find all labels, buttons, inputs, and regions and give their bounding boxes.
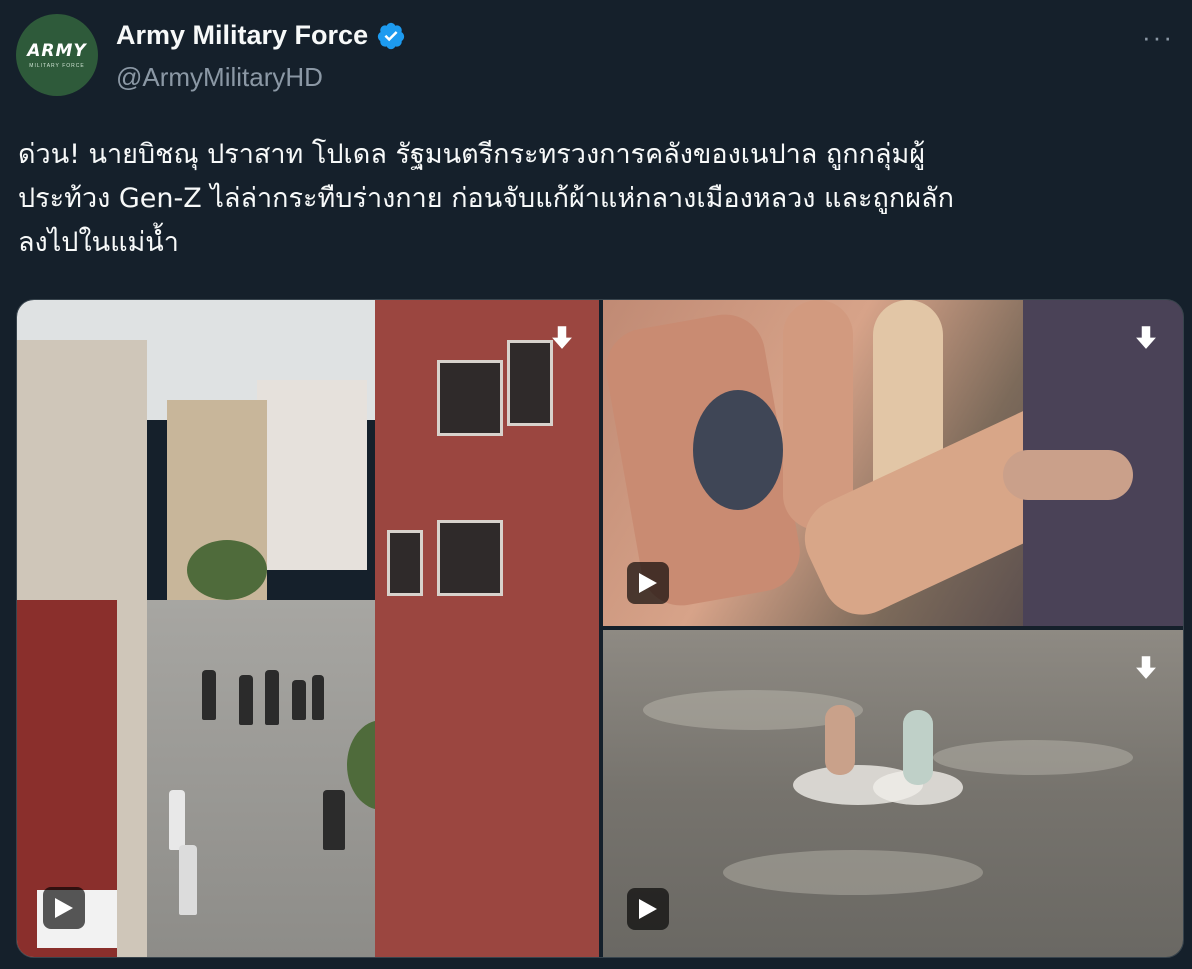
download-icon[interactable] — [1129, 322, 1163, 356]
download-icon[interactable] — [1129, 652, 1163, 686]
scene-wave — [723, 850, 983, 895]
display-name-row[interactable]: Army Military Force — [116, 20, 406, 51]
avatar[interactable]: ARMY MILITARY FORCE — [16, 14, 98, 96]
play-triangle-icon — [639, 899, 657, 919]
play-icon[interactable] — [627, 888, 669, 930]
play-triangle-icon — [55, 898, 73, 918]
verified-badge-icon — [377, 22, 405, 49]
scene-wave — [933, 740, 1133, 775]
play-icon[interactable] — [43, 887, 85, 929]
scene-person — [239, 675, 253, 725]
scene-building — [257, 380, 367, 570]
scene-shirt — [693, 390, 783, 510]
video-thumbnail-river[interactable] — [603, 630, 1183, 957]
scene-person — [903, 710, 933, 785]
scene-person — [179, 845, 197, 915]
scene-person — [265, 670, 279, 725]
scene-person — [292, 680, 306, 720]
video-thumbnail-street[interactable] — [17, 300, 599, 957]
scene-person — [169, 790, 185, 850]
download-icon[interactable] — [545, 322, 579, 356]
scene-window — [437, 360, 503, 436]
more-horizontal-icon[interactable]: ··· — [1142, 22, 1174, 53]
scene-person — [825, 705, 855, 775]
account-handle[interactable]: @ArmyMilitaryHD — [116, 62, 323, 93]
scene-hand — [1003, 450, 1133, 500]
media-grid — [16, 299, 1184, 958]
scene-window — [387, 530, 423, 596]
play-triangle-icon — [639, 573, 657, 593]
avatar-logo-subtext: MILITARY FORCE — [29, 63, 85, 69]
video-thumbnail-crowd[interactable] — [603, 300, 1183, 626]
display-name[interactable]: Army Military Force — [116, 20, 368, 51]
scene-person — [202, 670, 216, 720]
tweet-text: ด่วน! นายบิชณุ ปราสาท โปเดล รัฐมนตรีกระท… — [18, 139, 954, 258]
scene-window — [437, 520, 503, 596]
scene-person — [312, 675, 324, 720]
scene-tree — [187, 540, 267, 600]
play-icon[interactable] — [627, 562, 669, 604]
scene-person — [323, 790, 345, 850]
avatar-logo-text: ARMY — [27, 41, 87, 61]
